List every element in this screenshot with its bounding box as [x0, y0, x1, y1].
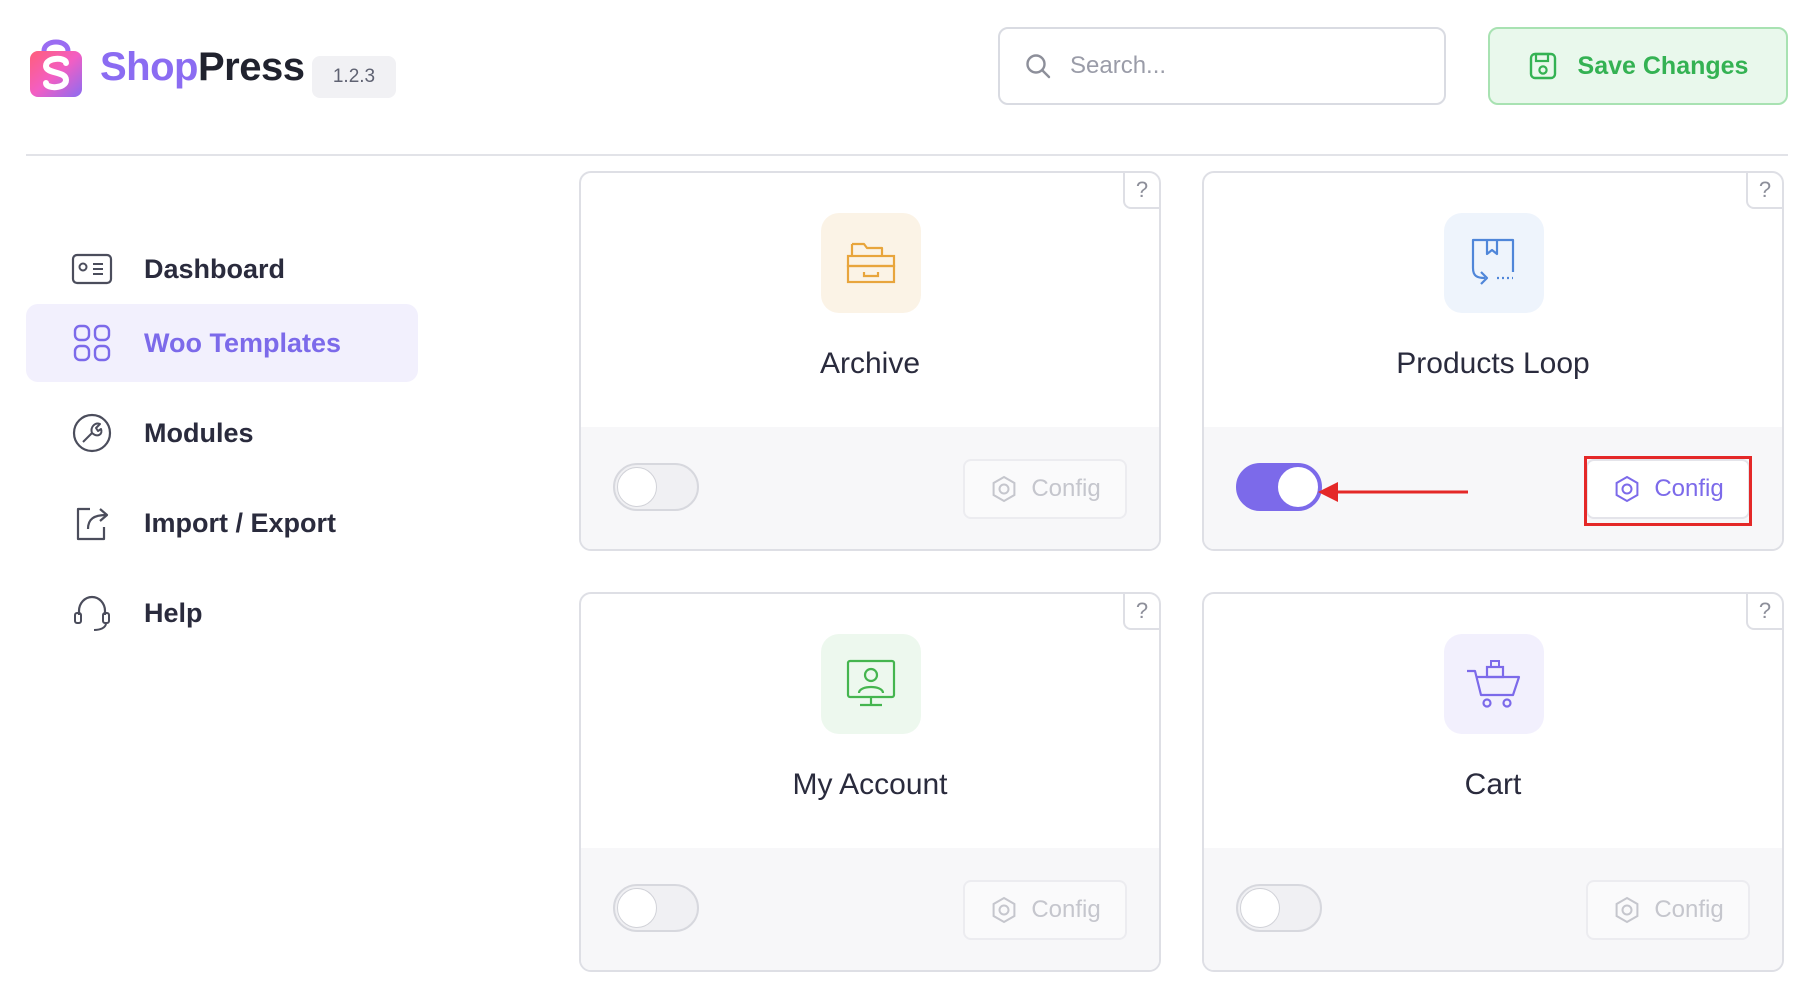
config-label: Config [1031, 475, 1101, 502]
modules-wrench-icon [72, 413, 112, 453]
card-title: Archive [819, 347, 921, 380]
sidebar-item-label: Dashboard [144, 253, 286, 284]
toggle-knob [617, 888, 657, 928]
header-divider [26, 154, 1788, 156]
config-label: Config [1654, 475, 1724, 502]
card-footer: Config [1204, 427, 1782, 549]
id-card-icon [71, 253, 113, 285]
card-footer: Config [1204, 848, 1782, 970]
version-badge: 1.2.3 [312, 56, 396, 98]
share-export-icon [76, 507, 109, 541]
help-button[interactable]: ? [1123, 594, 1159, 630]
card-footer: Config [581, 427, 1159, 549]
card-title: Cart [1464, 768, 1522, 801]
account-monitor-icon [846, 659, 896, 707]
sidebar-item-help[interactable]: Help [26, 574, 418, 652]
enable-toggle[interactable] [613, 463, 699, 511]
hexagon-settings-icon [1615, 896, 1639, 924]
sidebar-item-import-export[interactable]: Import / Export [26, 484, 418, 562]
products-loop-icon-box [1444, 213, 1544, 313]
toggle-knob [617, 467, 657, 507]
config-button[interactable]: Config [1586, 880, 1750, 940]
toggle-knob [1278, 467, 1318, 507]
enable-toggle[interactable] [613, 884, 699, 932]
hexagon-settings-icon [992, 475, 1016, 503]
products-loop-icon [1471, 238, 1515, 285]
floppy-disk-icon [1529, 52, 1556, 80]
config-button[interactable]: Config [1586, 459, 1750, 519]
cart-icon [1467, 660, 1521, 708]
sidebar-item-label: Import / Export [144, 507, 337, 538]
sidebar-item-dashboard[interactable]: Dashboard [26, 230, 418, 308]
headset-icon [74, 595, 110, 631]
account-icon-box [821, 634, 921, 734]
template-card-products-loop: ? Products Loop Config [1202, 171, 1784, 551]
enable-toggle[interactable] [1236, 463, 1322, 511]
enable-toggle[interactable] [1236, 884, 1322, 932]
search-input[interactable] [1070, 52, 1430, 80]
shopping-bag-logo-icon [30, 39, 82, 97]
hexagon-settings-icon [1615, 475, 1639, 503]
archive-box-icon [846, 242, 896, 284]
help-button[interactable]: ? [1123, 173, 1159, 209]
template-card-my-account: ? My Account Config [579, 592, 1161, 972]
search-icon [1026, 54, 1051, 79]
config-button[interactable]: Config [963, 880, 1127, 940]
sidebar-item-modules[interactable]: Modules [26, 394, 418, 472]
config-label: Config [1031, 896, 1101, 923]
help-button[interactable]: ? [1746, 173, 1782, 209]
save-changes-button[interactable]: Save Changes [1488, 27, 1788, 105]
archive-icon-box [821, 213, 921, 313]
cart-icon-box [1444, 634, 1544, 734]
template-card-archive: ? Archive Config [579, 171, 1161, 551]
sidebar-item-label: Help [144, 597, 203, 628]
card-footer: Config [581, 848, 1159, 970]
brand-name: ShopPress [100, 45, 305, 89]
hexagon-settings-icon [992, 896, 1016, 924]
sidebar-item-label: Woo Templates [144, 327, 342, 358]
card-title: Products Loop [1396, 347, 1590, 380]
search-box[interactable] [998, 27, 1446, 105]
help-button[interactable]: ? [1746, 594, 1782, 630]
sidebar-item-label: Modules [144, 417, 254, 448]
save-changes-label: Save Changes [1577, 51, 1749, 80]
sidebar-item-woo-templates[interactable]: Woo Templates [26, 304, 418, 382]
template-card-cart: ? Cart Config [1202, 592, 1784, 972]
grid-icon [73, 324, 111, 362]
shoppress-logo[interactable]: ShopPress [26, 33, 305, 101]
toggle-knob [1240, 888, 1280, 928]
config-button[interactable]: Config [963, 459, 1127, 519]
card-title: My Account [792, 768, 948, 801]
config-label: Config [1654, 896, 1724, 923]
